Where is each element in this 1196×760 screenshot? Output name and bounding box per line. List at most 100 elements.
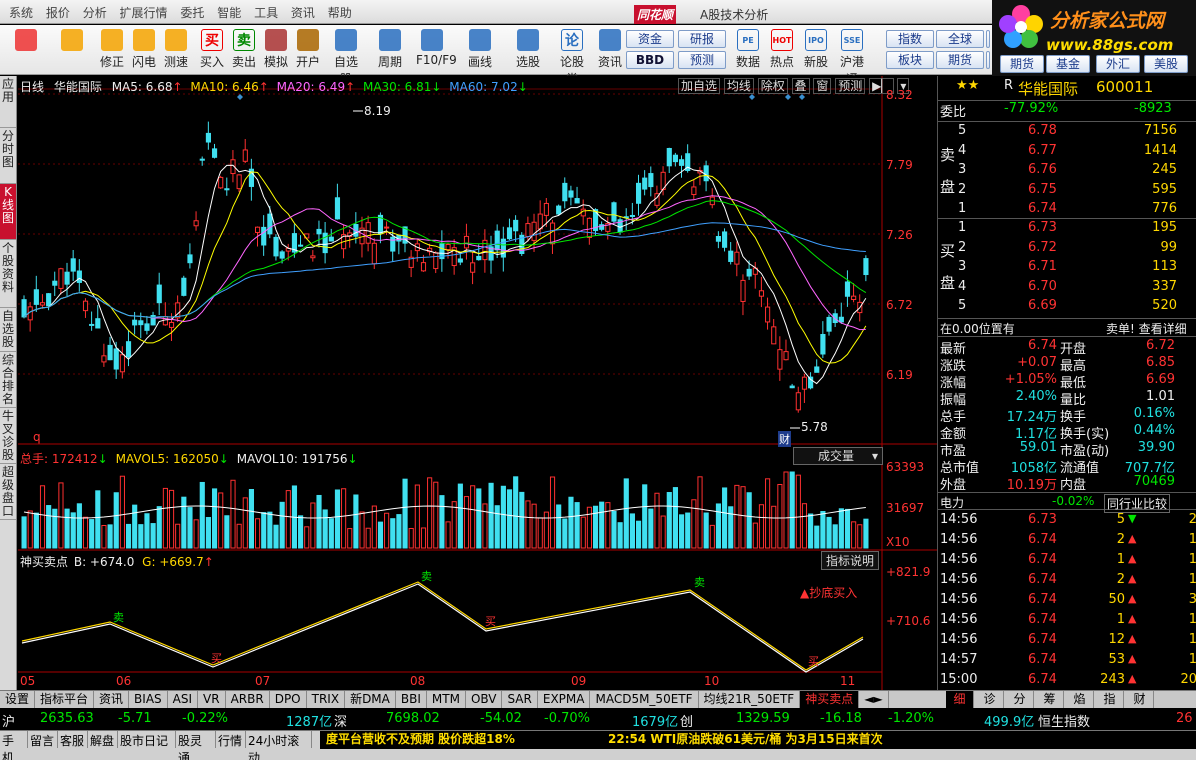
quick-button-5[interactable]: 基金 bbox=[986, 51, 990, 69]
quote-tab-5[interactable]: 指 bbox=[1096, 691, 1124, 708]
tab-scroll-icon[interactable]: ◄► bbox=[859, 691, 889, 708]
toolbar-button-8[interactable]: 开户 bbox=[292, 27, 324, 73]
quick-button-1[interactable]: 全球 bbox=[936, 30, 984, 48]
sidebar-item-1[interactable]: 分时图 bbox=[0, 128, 16, 184]
toolbar-button-14[interactable]: 论论股堂 bbox=[556, 27, 588, 86]
quick-button-3[interactable]: 板块 bbox=[886, 51, 934, 69]
toolbar-button-7[interactable]: 模拟 bbox=[260, 27, 292, 73]
quote-tab-1[interactable]: 诊 bbox=[976, 691, 1004, 708]
toolbar-text-button[interactable]: 预测 bbox=[678, 51, 726, 69]
status-button-2[interactable]: 客服 bbox=[58, 731, 88, 748]
toolbar-button-4[interactable]: 测速 bbox=[160, 27, 192, 73]
sells-level-row[interactable]: 5 6.78 7156 bbox=[938, 123, 1196, 143]
add-watchlist-button[interactable]: 加自选 bbox=[678, 78, 721, 94]
period-label[interactable]: 日线 bbox=[20, 80, 44, 94]
status-button-7[interactable]: 24小时滚动 bbox=[246, 731, 312, 760]
toolbar-text-button[interactable]: BBD bbox=[626, 51, 674, 69]
quote-tab-2[interactable]: 分 bbox=[1006, 691, 1034, 708]
toolbar-text-button[interactable]: 资金 bbox=[626, 30, 674, 48]
sells-level-row[interactable]: 4 6.77 1414 bbox=[938, 143, 1196, 163]
sidebar-item-2[interactable]: K线图 bbox=[0, 184, 16, 240]
buys-level-row[interactable]: 5 6.69 520 bbox=[938, 298, 1196, 318]
status-button-6[interactable]: 行情 bbox=[216, 731, 246, 748]
quick-button-2[interactable]: 个股 bbox=[986, 30, 990, 48]
overlay-button[interactable]: 叠 bbox=[791, 78, 810, 94]
indicator-tab-10[interactable]: BBI bbox=[396, 691, 427, 708]
indicator-tab-9[interactable]: 新DMA bbox=[345, 691, 396, 708]
menu-quote[interactable]: 报价 bbox=[46, 0, 70, 21]
toolbar-text-button[interactable]: 研报 bbox=[678, 30, 726, 48]
toolbar-right-button-2[interactable]: IPO 新股 bbox=[800, 27, 832, 73]
status-button-0[interactable]: 手机 bbox=[0, 731, 28, 760]
status-button-3[interactable]: 解盘 bbox=[88, 731, 118, 748]
toolbar-button-0[interactable] bbox=[10, 27, 42, 73]
quick-button-6[interactable]: 外汇 bbox=[1096, 55, 1140, 73]
toolbar-button-9[interactable]: 自选股 bbox=[330, 27, 362, 86]
indicator-tab-14[interactable]: EXPMA bbox=[538, 691, 591, 708]
ma-button[interactable]: 均线 bbox=[723, 78, 754, 94]
sidebar-item-4[interactable]: 自选股 bbox=[0, 308, 16, 352]
sidebar-item-5[interactable]: 综合排名 bbox=[0, 352, 16, 408]
indicator-tab-6[interactable]: ARBR bbox=[226, 691, 270, 708]
indicator-tab-17[interactable]: 神买卖点 bbox=[800, 691, 860, 708]
buys-level-row[interactable]: 2 6.72 99 bbox=[938, 240, 1196, 260]
indicator-tab-2[interactable]: 资讯 bbox=[94, 691, 130, 708]
toolbar-button-5[interactable]: 买买入 bbox=[196, 27, 228, 73]
news-item-1[interactable]: 度平台营收不及预期 股价跌超18% bbox=[326, 732, 515, 746]
toolbar-button-10[interactable]: 周期 bbox=[374, 27, 406, 73]
menu-ext-market[interactable]: 扩展行情 bbox=[120, 0, 168, 21]
sidebar-item-3[interactable]: 个股资料 bbox=[0, 240, 16, 308]
indicator-tab-16[interactable]: 均线21R_50ETF bbox=[699, 691, 801, 708]
indicator-tab-8[interactable]: TRIX bbox=[307, 691, 346, 708]
industry-compare-button[interactable]: 同行业比较 bbox=[1104, 494, 1171, 513]
quick-button-4[interactable]: 期货 bbox=[936, 51, 984, 69]
sector-name[interactable]: 电力 bbox=[940, 494, 964, 511]
menu-tools[interactable]: 工具 bbox=[254, 0, 278, 21]
sidebar-item-7[interactable]: 超级盘口 bbox=[0, 464, 16, 520]
status-button-5[interactable]: 股灵通 bbox=[176, 731, 216, 760]
sells-level-row[interactable]: 2 6.75 595 bbox=[938, 182, 1196, 202]
news-item-2[interactable]: 22:54 WTI原油跌破61美元/桶 为3月15日来首次 bbox=[608, 731, 883, 748]
indicator-tab-7[interactable]: DPO bbox=[270, 691, 307, 708]
quick-button-0[interactable]: 指数 bbox=[886, 30, 934, 48]
toolbar-right-button-3[interactable]: SSE沪港通 bbox=[836, 27, 868, 86]
indicator-tab-0[interactable]: 设置 bbox=[0, 691, 36, 708]
toolbar-button-13[interactable]: 选股 bbox=[512, 27, 544, 73]
toolbar-button-6[interactable]: 卖卖出 bbox=[228, 27, 260, 73]
status-button-1[interactable]: 留言 bbox=[28, 731, 58, 748]
toolbar-button-3[interactable]: 闪电 bbox=[128, 27, 160, 73]
position-detail-link[interactable]: 卖单! 查看详细 bbox=[1106, 320, 1187, 337]
forecast-button[interactable]: 预测 bbox=[835, 78, 866, 94]
indicator-tab-4[interactable]: ASI bbox=[168, 691, 199, 708]
toolbar-button-2[interactable]: 修正 bbox=[96, 27, 128, 73]
quick-button-4[interactable]: 期货 bbox=[1000, 55, 1044, 73]
quote-tab-4[interactable]: 焰 bbox=[1066, 691, 1094, 708]
quote-tab-3[interactable]: 筹 bbox=[1036, 691, 1064, 708]
exright-button[interactable]: 除权 bbox=[757, 78, 788, 94]
quote-tab-0[interactable]: 细 bbox=[946, 691, 974, 708]
sidebar-item-0[interactable]: 应用 bbox=[0, 76, 16, 128]
toolbar-right-button-1[interactable]: HOT 热点 bbox=[766, 27, 798, 73]
indicator-help-button[interactable]: 指标说明 bbox=[821, 551, 880, 570]
menu-smart[interactable]: 智能 bbox=[217, 0, 241, 21]
toolbar-button-12[interactable]: 画线 bbox=[464, 27, 496, 73]
toolbar-button-11[interactable]: F10/F9 bbox=[416, 27, 457, 73]
menu-help[interactable]: 帮助 bbox=[328, 0, 352, 21]
quote-tab-6[interactable]: 财 bbox=[1126, 691, 1154, 708]
indicator-tab-11[interactable]: MTM bbox=[427, 691, 466, 708]
indicator-tab-1[interactable]: 指标平台 bbox=[35, 691, 95, 708]
indicator-tab-13[interactable]: SAR bbox=[502, 691, 538, 708]
menu-info[interactable]: 资讯 bbox=[291, 0, 315, 21]
quick-button-5[interactable]: 基金 bbox=[1046, 55, 1090, 73]
finance-marker[interactable]: 财 bbox=[778, 431, 791, 447]
indicator-tab-5[interactable]: VR bbox=[198, 691, 226, 708]
menu-trade[interactable]: 委托 bbox=[180, 0, 204, 21]
menu-system[interactable]: 系统 bbox=[9, 0, 33, 21]
indicator-select[interactable]: 成交量 ▾ bbox=[793, 447, 883, 465]
sells-level-row[interactable]: 3 6.76 245 bbox=[938, 162, 1196, 182]
buys-level-row[interactable]: 3 6.71 113 bbox=[938, 259, 1196, 279]
news-scroller[interactable]: 度平台营收不及预期 股价跌超18% 22:54 WTI原油跌破61美元/桶 为3… bbox=[320, 731, 1196, 749]
status-button-4[interactable]: 股市日记 bbox=[118, 731, 176, 748]
window-button[interactable]: 窗 bbox=[813, 78, 832, 94]
buys-level-row[interactable]: 1 6.73 195 bbox=[938, 220, 1196, 240]
